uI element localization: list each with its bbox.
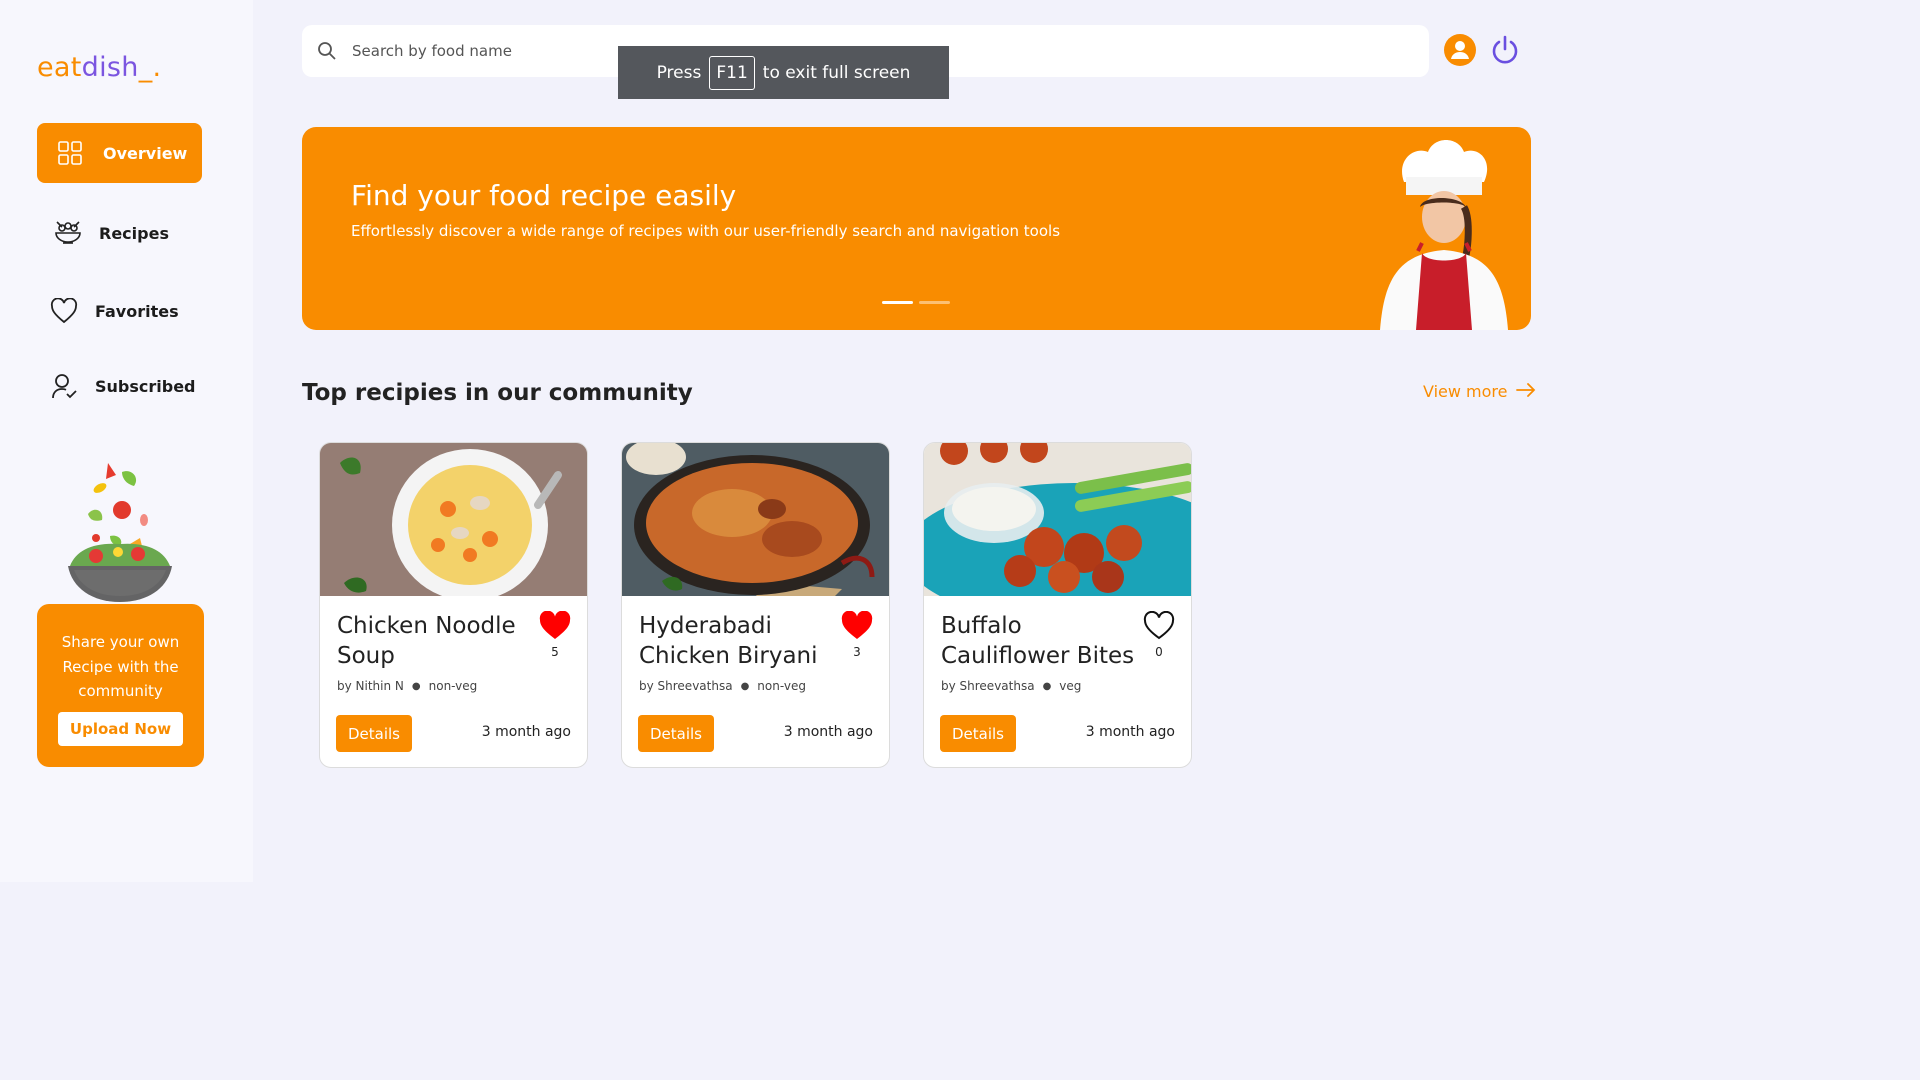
sidebar: eatdish_. Overview Recipes Favorites Sub… [0,0,253,882]
toast-prefix: Press [656,62,702,83]
recipe-meta: by Nithin N ● non-veg [337,679,477,693]
section-title: Top recipies in our community [302,380,693,406]
recipe-author: by Shreevathsa [941,679,1035,693]
upload-now-button[interactable]: Upload Now [58,712,183,746]
recipe-photo-hyderabadi-chicken-biryani [622,443,889,596]
carousel-dot-1[interactable] [882,301,913,304]
recipe-photo-buffalo-cauliflower-bites [924,443,1191,596]
recipe-card[interactable]: Chicken Noodle Soup 5 by Nithin N ● non-… [319,442,588,768]
recipe-meta: by Shreevathsa ● non-veg [639,679,806,693]
recipe-meta: by Shreevathsa ● veg [941,679,1081,693]
hero-banner: Find your food recipe easily Effortlessl… [302,127,1531,330]
power-logout-icon[interactable] [1490,35,1520,69]
arrow-right-icon [1515,382,1536,401]
salad-illustration [68,463,172,602]
details-button[interactable]: Details [638,715,714,752]
recipe-age: 3 month ago [1085,724,1175,740]
likes-count: 0 [1155,645,1163,659]
details-button[interactable]: Details [940,715,1016,752]
separator-dot: ● [1042,680,1052,692]
likes-count: 3 [853,645,861,659]
carousel-indicators [882,301,950,304]
recipe-age: 3 month ago [783,724,873,740]
likes-count: 5 [551,645,559,659]
nav-label-subscribed: Subscribed [95,376,196,396]
user-check-icon [49,371,79,401]
toast-key: F11 [709,55,755,90]
recipe-type: non-veg [428,679,478,693]
nav-label-overview: Overview [103,143,188,163]
share-recipe-text: Share your own Recipe with the community [61,633,180,700]
nav-label-recipes: Recipes [99,223,169,243]
logo-part-tail: _. [138,52,162,83]
heart-outline-icon [49,296,79,326]
share-recipe-card: Share your own Recipe with the community… [37,604,204,767]
separator-dot: ● [411,680,421,692]
recipe-type: non-veg [757,679,806,693]
chef-illustration [1380,140,1508,330]
logo-part-eat: eat [37,52,82,83]
logo[interactable]: eatdish_. [37,52,161,83]
recipe-type: veg [1059,679,1082,693]
fullscreen-toast: Press F11 to exit full screen [618,46,949,99]
details-button[interactable]: Details [336,715,412,752]
banner-subtitle: Effortlessly discover a wide range of re… [351,222,1061,240]
recipe-photo-chicken-noodle-soup [320,443,587,596]
nav-item-overview[interactable]: Overview [37,123,202,183]
salad-bowl-icon [53,218,83,248]
banner-title: Find your food recipe easily [351,179,737,212]
recipe-author: by Nithin N [337,679,404,693]
grid-icon [55,138,85,168]
nav-item-favorites[interactable]: Favorites [37,281,202,341]
recipe-title[interactable]: Hyderabadi Chicken Biryani [639,611,834,671]
view-more-label: View more [1423,382,1508,401]
heart-outline-icon[interactable] [1142,610,1176,645]
nav-item-recipes[interactable]: Recipes [37,203,202,263]
heart-filled-icon[interactable] [840,610,874,645]
user-profile-icon[interactable] [1444,34,1476,70]
recipe-card[interactable]: Buffalo Cauliflower Bites 0 by Shreevath… [923,442,1192,768]
recipe-title[interactable]: Chicken Noodle Soup [337,611,532,671]
logo-part-dish: dish [81,52,139,83]
recipe-title[interactable]: Buffalo Cauliflower Bites [941,611,1136,671]
recipe-age: 3 month ago [481,724,571,740]
nav-label-favorites: Favorites [95,301,179,321]
search-icon [317,41,337,65]
heart-filled-icon[interactable] [538,610,572,645]
carousel-dot-2[interactable] [919,301,950,304]
nav-item-subscribed[interactable]: Subscribed [37,356,202,416]
recipe-author: by Shreevathsa [639,679,733,693]
recipe-card[interactable]: Hyderabadi Chicken Biryani 3 by Shreevat… [621,442,890,768]
separator-dot: ● [740,680,750,692]
view-more-link[interactable]: View more [1423,382,1536,401]
toast-suffix: to exit full screen [762,62,911,83]
